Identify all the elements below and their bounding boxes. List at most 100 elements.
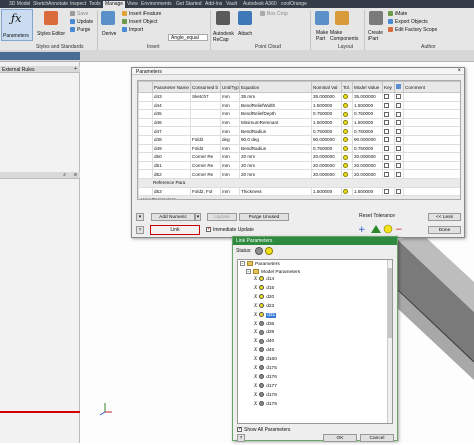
tolerance-cell[interactable]: [341, 117, 353, 128]
comment-cell[interactable]: [403, 169, 460, 179]
link-dialog-titlebar[interactable]: Link Parameters: [233, 237, 397, 245]
status-unlinked-icon[interactable]: [265, 247, 273, 255]
tab-environments[interactable]: Environments: [141, 1, 172, 8]
tree-parameter-row[interactable]: Xd23: [254, 302, 274, 311]
row-checkbox[interactable]: [396, 128, 401, 134]
attach-label[interactable]: Attach: [238, 31, 252, 37]
unit-cell[interactable]: mm: [220, 126, 240, 136]
table-row[interactable]: d43 Sketch7 mm 35 mm 35.000000 35.000000: [138, 92, 460, 102]
tree-parameter-row[interactable]: Xd39: [254, 329, 274, 337]
tab-coolorange[interactable]: coolOrange: [281, 1, 307, 8]
link-status-icon[interactable]: [259, 285, 265, 291]
autodesk-recap-label[interactable]: Autodesk ReCap: [213, 31, 237, 43]
row-indent-cell[interactable]: [138, 169, 153, 179]
add-numeric-dropdown[interactable]: ▾: [195, 213, 201, 221]
link-status-icon[interactable]: [259, 365, 265, 371]
row-indent-cell[interactable]: [138, 186, 153, 197]
tab-sketch[interactable]: Sketch: [33, 1, 48, 8]
unit-cell[interactable]: mm: [220, 186, 240, 197]
immediate-update-checkbox[interactable]: ✓: [206, 226, 211, 232]
row-indent-cell[interactable]: [138, 143, 153, 154]
row-checkbox[interactable]: [384, 120, 389, 126]
box-crop-button[interactable]: Box Crop: [267, 11, 288, 17]
equation-cell[interactable]: BendRadius: [239, 143, 312, 154]
consumed-by-cell[interactable]: Sketch7: [190, 92, 221, 102]
comment-cell[interactable]: [403, 117, 460, 128]
export-cell[interactable]: [394, 152, 404, 162]
make-part-label[interactable]: Make Part: [316, 30, 330, 42]
tree-parameter-row[interactable]: Xd177: [254, 383, 277, 391]
row-checkbox[interactable]: [384, 188, 389, 194]
tolerance-cell[interactable]: [341, 186, 353, 197]
model-value-cell[interactable]: 1.500000: [352, 186, 383, 197]
insert-ifeature-button[interactable]: Insert iFeature: [129, 11, 161, 17]
comment-cell[interactable]: [403, 92, 460, 102]
less-button[interactable]: << Less: [428, 213, 461, 221]
equation-cell[interactable]: BendRadius: [239, 126, 312, 136]
export-cell[interactable]: [394, 143, 404, 154]
row-checkbox[interactable]: [384, 103, 389, 109]
consumed-by-cell[interactable]: Corner Re: [190, 169, 221, 179]
row-checkbox[interactable]: [384, 154, 389, 160]
link-status-icon[interactable]: [259, 391, 265, 397]
tree-parameter-row[interactable]: Xd15: [254, 285, 274, 293]
export-cell[interactable]: [394, 186, 404, 197]
unit-cell[interactable]: mm: [220, 169, 240, 179]
parameter-name-cell[interactable]: d46: [152, 117, 191, 128]
row-checkbox[interactable]: [396, 146, 401, 151]
link-status-icon[interactable]: [259, 320, 265, 326]
help-button[interactable]: ?: [136, 226, 144, 234]
row-indent-cell[interactable]: [138, 160, 153, 171]
equation-cell[interactable]: BendReliefDepth: [239, 109, 312, 119]
unit-cell[interactable]: mm: [220, 160, 240, 171]
row-checkbox[interactable]: [384, 94, 389, 100]
tolerance-nominal-icon[interactable]: [343, 188, 348, 194]
row-indent-cell[interactable]: [138, 100, 153, 111]
tree-parameter-row[interactable]: Xd14: [254, 276, 274, 284]
equation-cell[interactable]: 20 mm: [239, 169, 312, 179]
row-checkbox[interactable]: [396, 111, 401, 117]
tolerance-cell[interactable]: [341, 169, 353, 179]
make-part-icon[interactable]: [315, 11, 329, 25]
parameter-name-cell[interactable]: d44: [152, 100, 191, 111]
row-checkbox[interactable]: [396, 163, 401, 169]
link-status-icon[interactable]: [259, 276, 265, 282]
comment-cell[interactable]: [403, 186, 460, 197]
done-button[interactable]: Done: [428, 226, 461, 234]
status-linked-icon[interactable]: [255, 247, 263, 255]
plus-icon[interactable]: +: [74, 66, 77, 72]
update-button[interactable]: Update: [207, 213, 237, 221]
row-checkbox[interactable]: [384, 171, 389, 177]
recap-icon[interactable]: [216, 11, 230, 25]
comment-cell[interactable]: [403, 126, 460, 136]
row-checkbox[interactable]: [384, 128, 389, 134]
key-cell[interactable]: [382, 100, 395, 111]
table-row[interactable]: d44 mm BendReliefWidth 1.500000 1.500000: [138, 100, 460, 111]
row-checkbox[interactable]: [384, 163, 389, 169]
comment-cell[interactable]: [403, 143, 460, 154]
tab-tools[interactable]: Tools: [89, 1, 101, 8]
menu-icon[interactable]: ≡: [74, 172, 77, 178]
styles-editor-icon[interactable]: [44, 11, 58, 25]
save-button[interactable]: Save: [77, 11, 88, 17]
attach-icon[interactable]: [238, 11, 252, 25]
edit-factory-scope-button[interactable]: Edit Factory Scope: [395, 27, 437, 33]
table-row[interactable]: d46 mm MinimumRemnant 1.500000 1.500000: [138, 117, 460, 128]
tolerance-cell[interactable]: [341, 160, 353, 171]
model-value-cell[interactable]: 90.000000: [352, 134, 383, 145]
table-row[interactable]: d47 mm BendRadius 0.750000 0.750000: [138, 126, 460, 136]
add-numeric-button[interactable]: Add Numeric: [151, 213, 195, 221]
key-cell[interactable]: [382, 143, 395, 154]
equation-cell[interactable]: MinimumRemnant: [239, 117, 312, 128]
link-button[interactable]: Link: [150, 225, 200, 235]
equation-cell[interactable]: Thickness: [239, 186, 312, 197]
equation-cell[interactable]: 20 mm: [239, 152, 312, 162]
derive-label[interactable]: Derive: [102, 31, 116, 37]
tree-scrollbar[interactable]: [387, 260, 392, 423]
nominal-value-cell[interactable]: 1.500000: [311, 100, 342, 111]
nominal-value-cell[interactable]: 0.750000: [311, 109, 342, 119]
export-cell[interactable]: [394, 117, 404, 128]
model-value-cell[interactable]: 0.750000: [352, 126, 383, 136]
tab-add-ins[interactable]: Add-Ins: [205, 1, 222, 8]
parameters-dialog-titlebar[interactable]: Parameters ×: [132, 68, 464, 75]
